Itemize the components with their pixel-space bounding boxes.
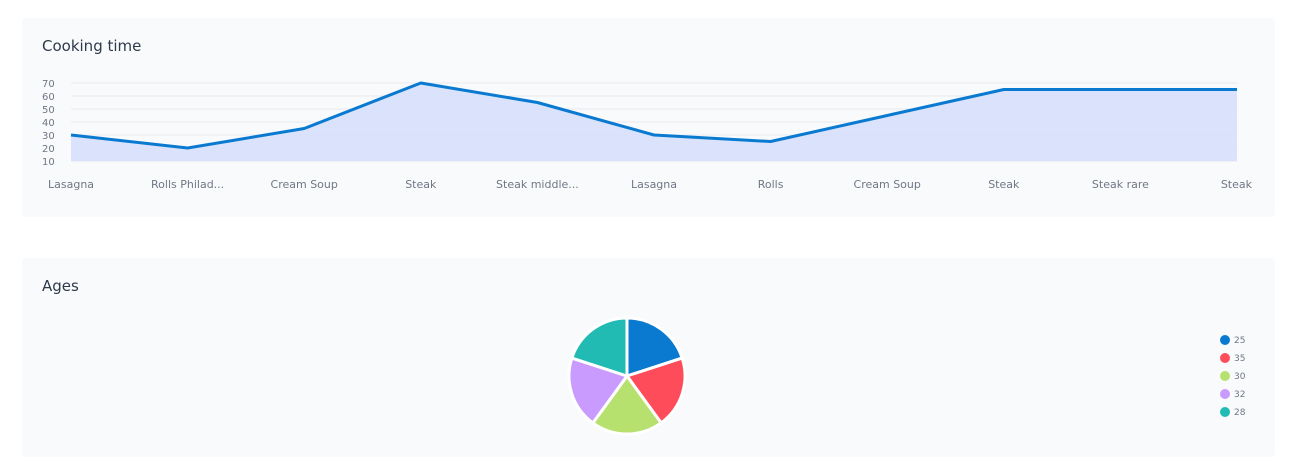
x-tick-label: Rolls xyxy=(758,178,784,191)
cooking-time-card: Cooking time 10 20 30 40 50 60 70 Lasagna Rolls … xyxy=(22,18,1275,217)
data-point[interactable] xyxy=(651,132,657,138)
data-point[interactable] xyxy=(301,126,307,132)
y-tick-label: 70 xyxy=(42,79,55,90)
y-tick-label: 40 xyxy=(42,118,55,129)
data-point[interactable] xyxy=(768,139,774,145)
x-tick-label: Cream Soup xyxy=(271,178,338,191)
legend-swatch xyxy=(1220,389,1230,399)
legend-swatch xyxy=(1220,335,1230,345)
y-tick-label: 60 xyxy=(42,92,55,103)
ages-chart: 25 35 30 32 28 xyxy=(567,316,1246,436)
data-point[interactable] xyxy=(185,145,191,151)
data-point[interactable] xyxy=(534,100,540,106)
legend-label[interactable]: 30 xyxy=(1234,372,1246,382)
legend-label[interactable]: 25 xyxy=(1234,336,1245,346)
x-tick-label: Steak middle... xyxy=(496,178,579,191)
legend-label[interactable]: 35 xyxy=(1234,354,1245,364)
y-tick-label: 20 xyxy=(42,144,55,155)
data-point[interactable] xyxy=(1234,87,1240,93)
legend-swatch xyxy=(1220,371,1230,381)
x-tick-label: Rolls Philad... xyxy=(151,178,224,191)
legend-swatch xyxy=(1220,407,1230,417)
data-point[interactable] xyxy=(1001,87,1007,93)
x-tick-label: Steak xyxy=(988,178,1020,191)
legend-label[interactable]: 28 xyxy=(1234,408,1246,418)
x-tick-label: Cream Soup xyxy=(854,178,921,191)
legend-label[interactable]: 32 xyxy=(1234,390,1245,400)
y-tick-label: 50 xyxy=(42,105,55,116)
x-tick-label: Steak xyxy=(1221,178,1253,191)
data-point[interactable] xyxy=(68,132,74,138)
data-point[interactable] xyxy=(1117,87,1123,93)
legend-swatch xyxy=(1220,353,1230,363)
y-tick-label: 10 xyxy=(42,157,55,168)
x-tick-label: Lasagna xyxy=(48,178,94,191)
data-point[interactable] xyxy=(884,113,890,119)
x-tick-label: Lasagna xyxy=(631,178,677,191)
x-tick-label: Steak rare xyxy=(1092,178,1149,191)
y-tick-label: 30 xyxy=(42,131,55,142)
ages-card: Ages 25 35 30 32 28 xyxy=(22,258,1275,457)
x-tick-label: Steak xyxy=(405,178,437,191)
cooking-time-chart: 10 20 30 40 50 60 70 Lasagna Rolls Philad... Crea… xyxy=(42,79,1253,191)
data-point[interactable] xyxy=(418,80,424,86)
